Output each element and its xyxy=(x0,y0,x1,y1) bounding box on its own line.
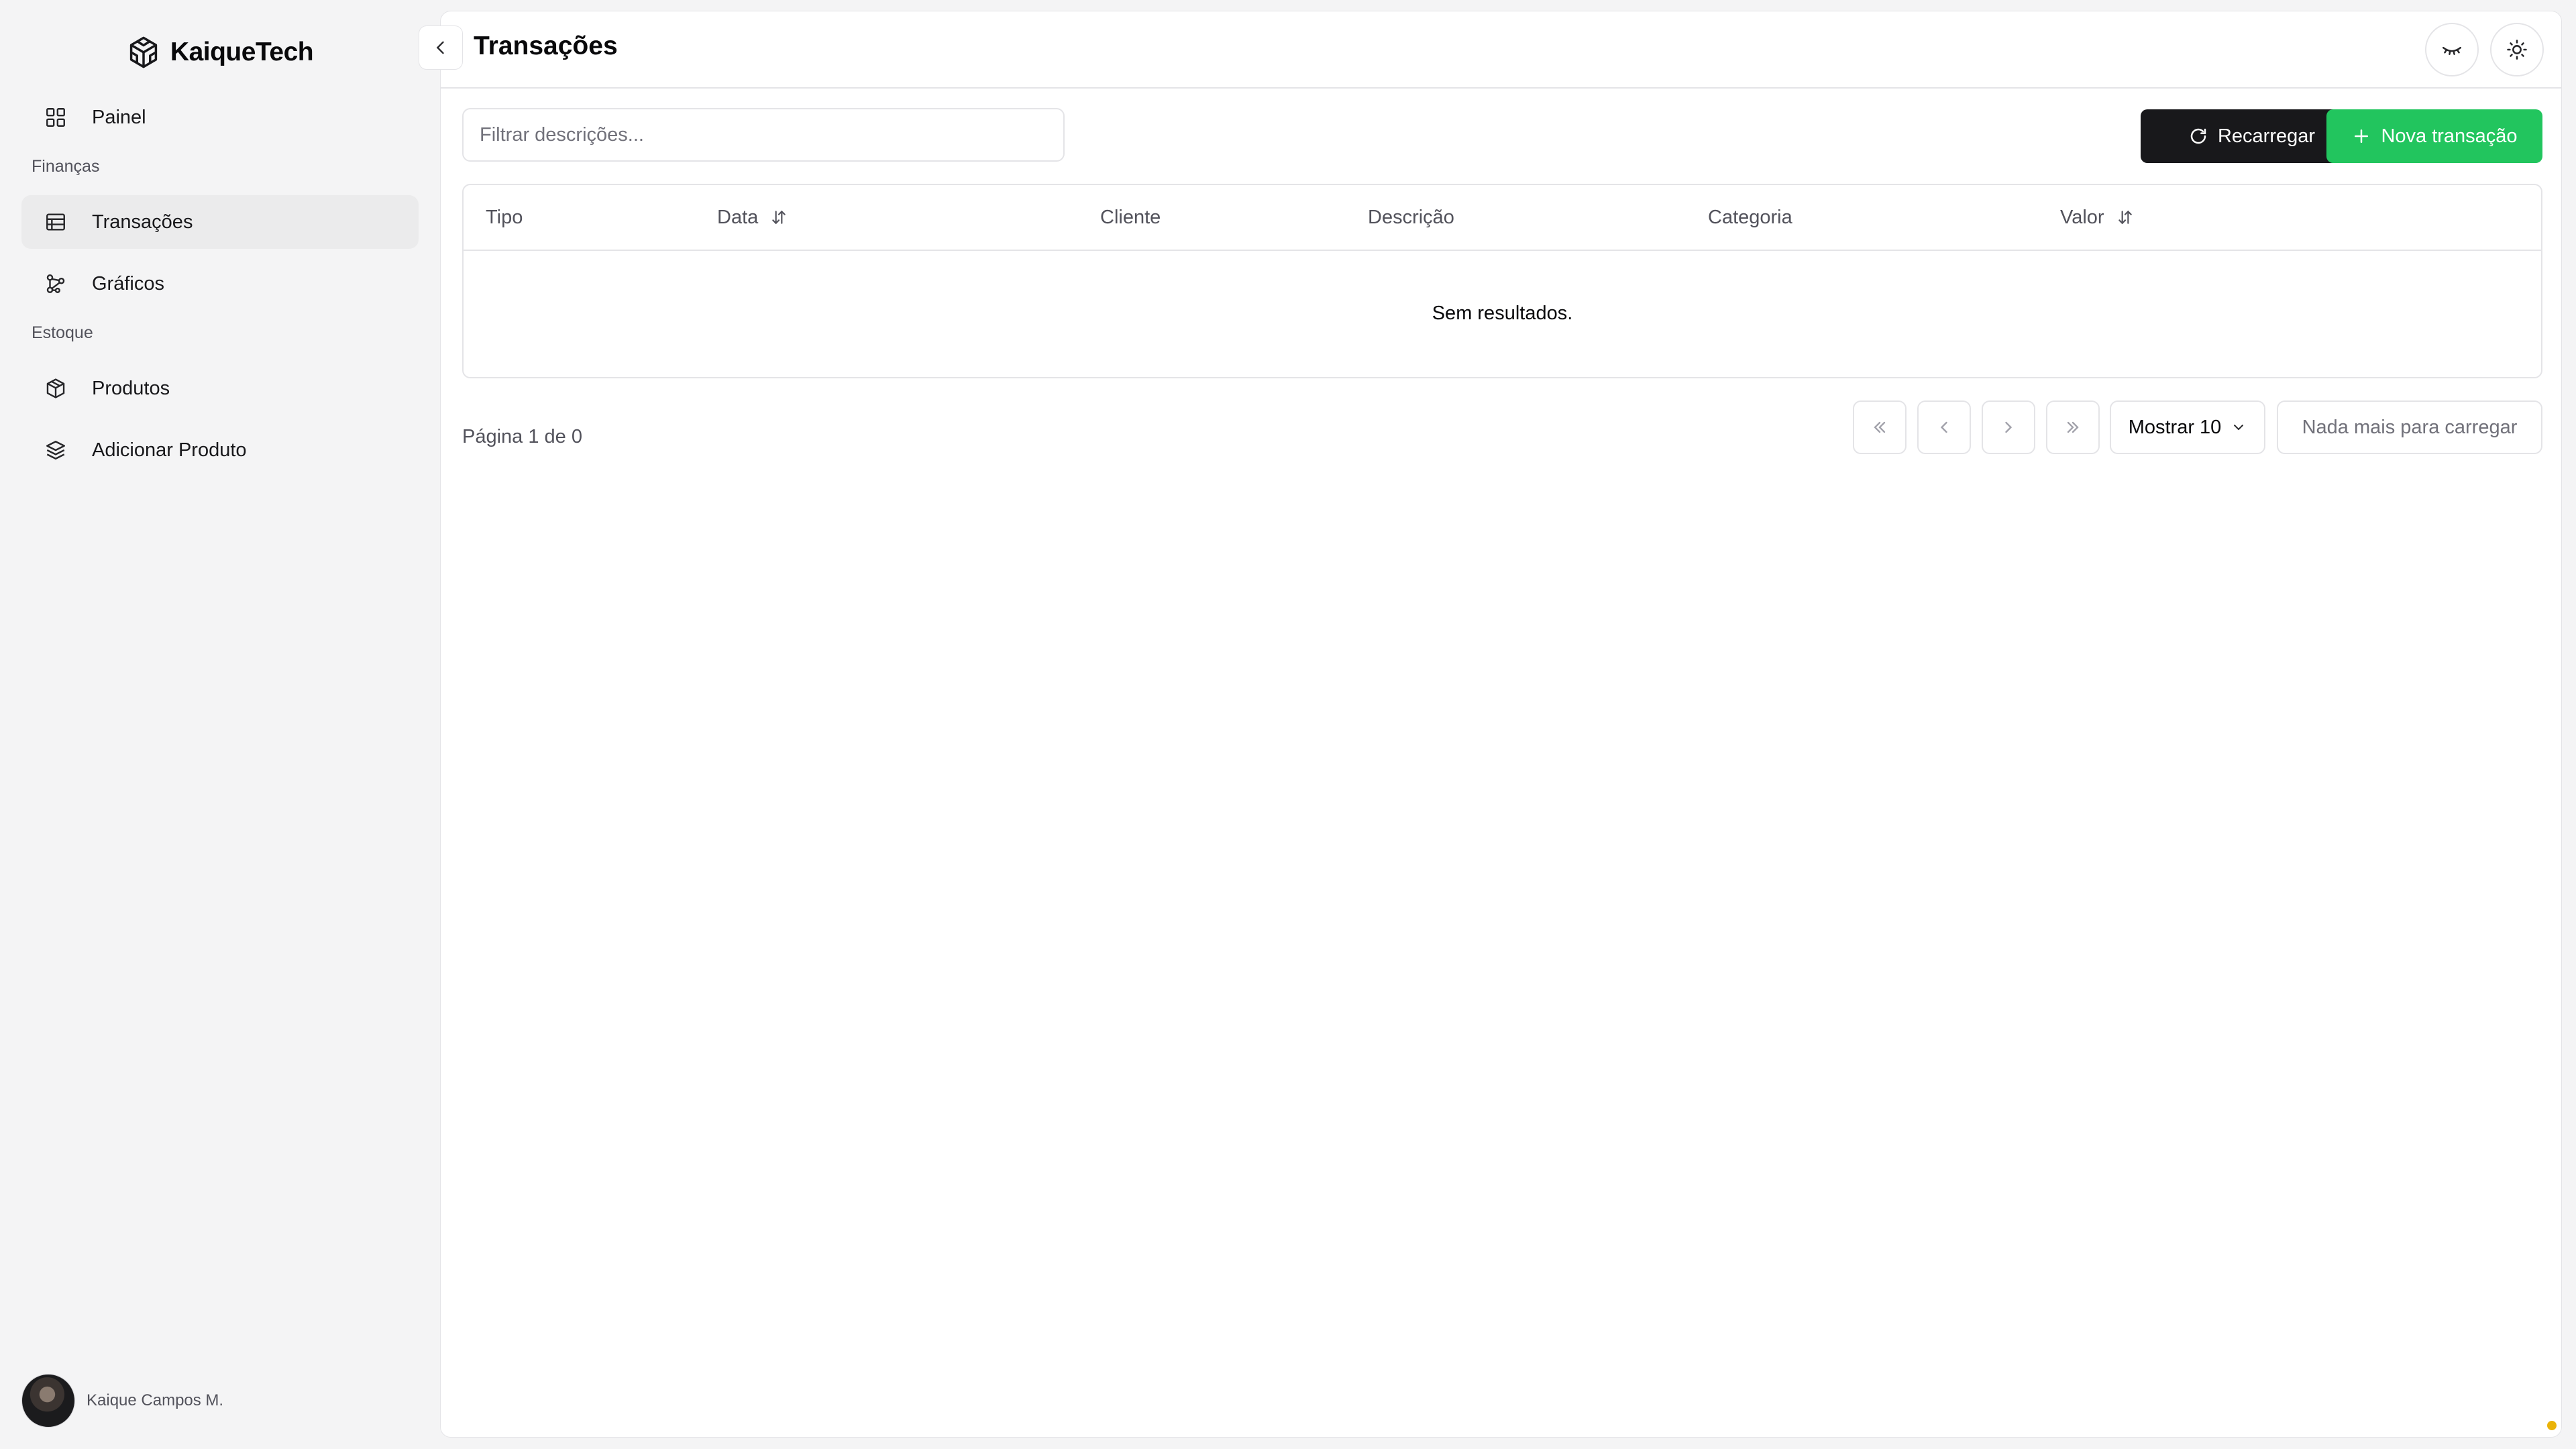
first-page-button[interactable] xyxy=(1853,400,1907,454)
sort-icon[interactable] xyxy=(770,209,788,226)
sidebar-item-label: Adicionar Produto xyxy=(92,439,247,461)
user-name: Kaique Campos M. xyxy=(87,1391,224,1409)
sidebar-item-label: Produtos xyxy=(92,377,170,399)
pagination-info: Página 1 de 0 xyxy=(462,426,582,447)
transactions-table: Tipo Data Cliente Descrição Categoria Va… xyxy=(462,184,2542,378)
eye-closed-icon xyxy=(2442,46,2462,55)
page-title: Transações xyxy=(474,32,618,60)
previous-page-button[interactable] xyxy=(1917,400,1971,454)
column-label: Categoria xyxy=(1708,206,1792,228)
main-panel: Transações Recarregar Nova transação Tip… xyxy=(440,11,2562,1438)
chevrons-right-icon xyxy=(2067,421,2079,433)
column-label: Data xyxy=(717,206,759,228)
sidebar-item-graficos[interactable]: Gráficos xyxy=(21,257,419,311)
status-indicator xyxy=(2547,1421,2557,1430)
column-header-cliente: Cliente xyxy=(1100,185,1161,250)
nav-group-financas: Finanças xyxy=(32,157,100,176)
chevron-down-icon xyxy=(2234,425,2244,431)
theme-toggle-button[interactable] xyxy=(2490,23,2544,76)
codesandbox-icon xyxy=(129,36,158,68)
chevrons-left-icon xyxy=(1874,421,1886,433)
new-transaction-button[interactable]: Nova transação xyxy=(2326,109,2542,163)
column-header-data[interactable]: Data xyxy=(717,185,788,250)
table-header: Tipo Data Cliente Descrição Categoria Va… xyxy=(464,185,2541,251)
layers-icon xyxy=(44,438,68,462)
column-header-tipo: Tipo xyxy=(486,185,523,250)
column-label: Descrição xyxy=(1368,206,1454,228)
avatar[interactable] xyxy=(21,1374,75,1428)
sidebar-item-label: Transações xyxy=(92,211,193,233)
sidebar-item-label: Painel xyxy=(92,106,146,128)
chevron-left-icon xyxy=(1940,421,1947,433)
chevron-right-icon xyxy=(2005,421,2012,433)
new-transaction-label: Nova transação xyxy=(2381,125,2518,147)
collapse-sidebar-button[interactable] xyxy=(419,25,463,70)
brand-name: KaiqueTech xyxy=(170,38,314,66)
sidebar-item-painel[interactable]: Painel xyxy=(21,91,419,144)
column-label: Valor xyxy=(2060,206,2104,228)
column-header-descricao: Descrição xyxy=(1368,185,1454,250)
nav-group-estoque: Estoque xyxy=(32,323,93,342)
chevron-left-icon xyxy=(436,41,444,54)
sidebar-item-label: Gráficos xyxy=(92,272,164,294)
topbar: Transações xyxy=(441,11,2561,89)
sidebar-item-transacoes[interactable]: Transações xyxy=(21,195,419,249)
grid-icon xyxy=(44,105,68,129)
sidebar-item-adicionar-produto[interactable]: Adicionar Produto xyxy=(21,423,419,477)
last-page-button[interactable] xyxy=(2046,400,2100,454)
column-header-categoria: Categoria xyxy=(1708,185,1792,250)
column-label: Tipo xyxy=(486,206,523,228)
sidebar: KaiqueTech Painel Finanças Transações Gr… xyxy=(0,0,439,1449)
box-icon xyxy=(44,376,68,400)
sidebar-item-produtos[interactable]: Produtos xyxy=(21,362,419,415)
next-page-button[interactable] xyxy=(1982,400,2035,454)
user-profile[interactable]: Kaique Campos M. xyxy=(21,1374,223,1428)
page-size-value: Mostrar 10 xyxy=(2128,416,2222,438)
hide-values-button[interactable] xyxy=(2425,23,2479,76)
column-header-valor[interactable]: Valor xyxy=(2060,185,2134,250)
sort-icon[interactable] xyxy=(2116,209,2134,226)
page-size-select[interactable]: Mostrar 10 xyxy=(2110,400,2265,454)
filter-descriptions-input[interactable] xyxy=(462,108,1065,162)
column-label: Cliente xyxy=(1100,206,1161,228)
plus-icon xyxy=(2355,129,2369,143)
sun-icon xyxy=(2507,40,2527,60)
refresh-icon xyxy=(2190,128,2206,144)
empty-state: Sem resultados. xyxy=(1432,302,1573,324)
reload-label: Recarregar xyxy=(2217,125,2316,147)
table-icon xyxy=(44,210,68,234)
load-more-button[interactable]: Nada mais para carregar xyxy=(2277,400,2542,454)
network-icon xyxy=(44,272,68,296)
brand[interactable]: KaiqueTech xyxy=(0,31,439,74)
